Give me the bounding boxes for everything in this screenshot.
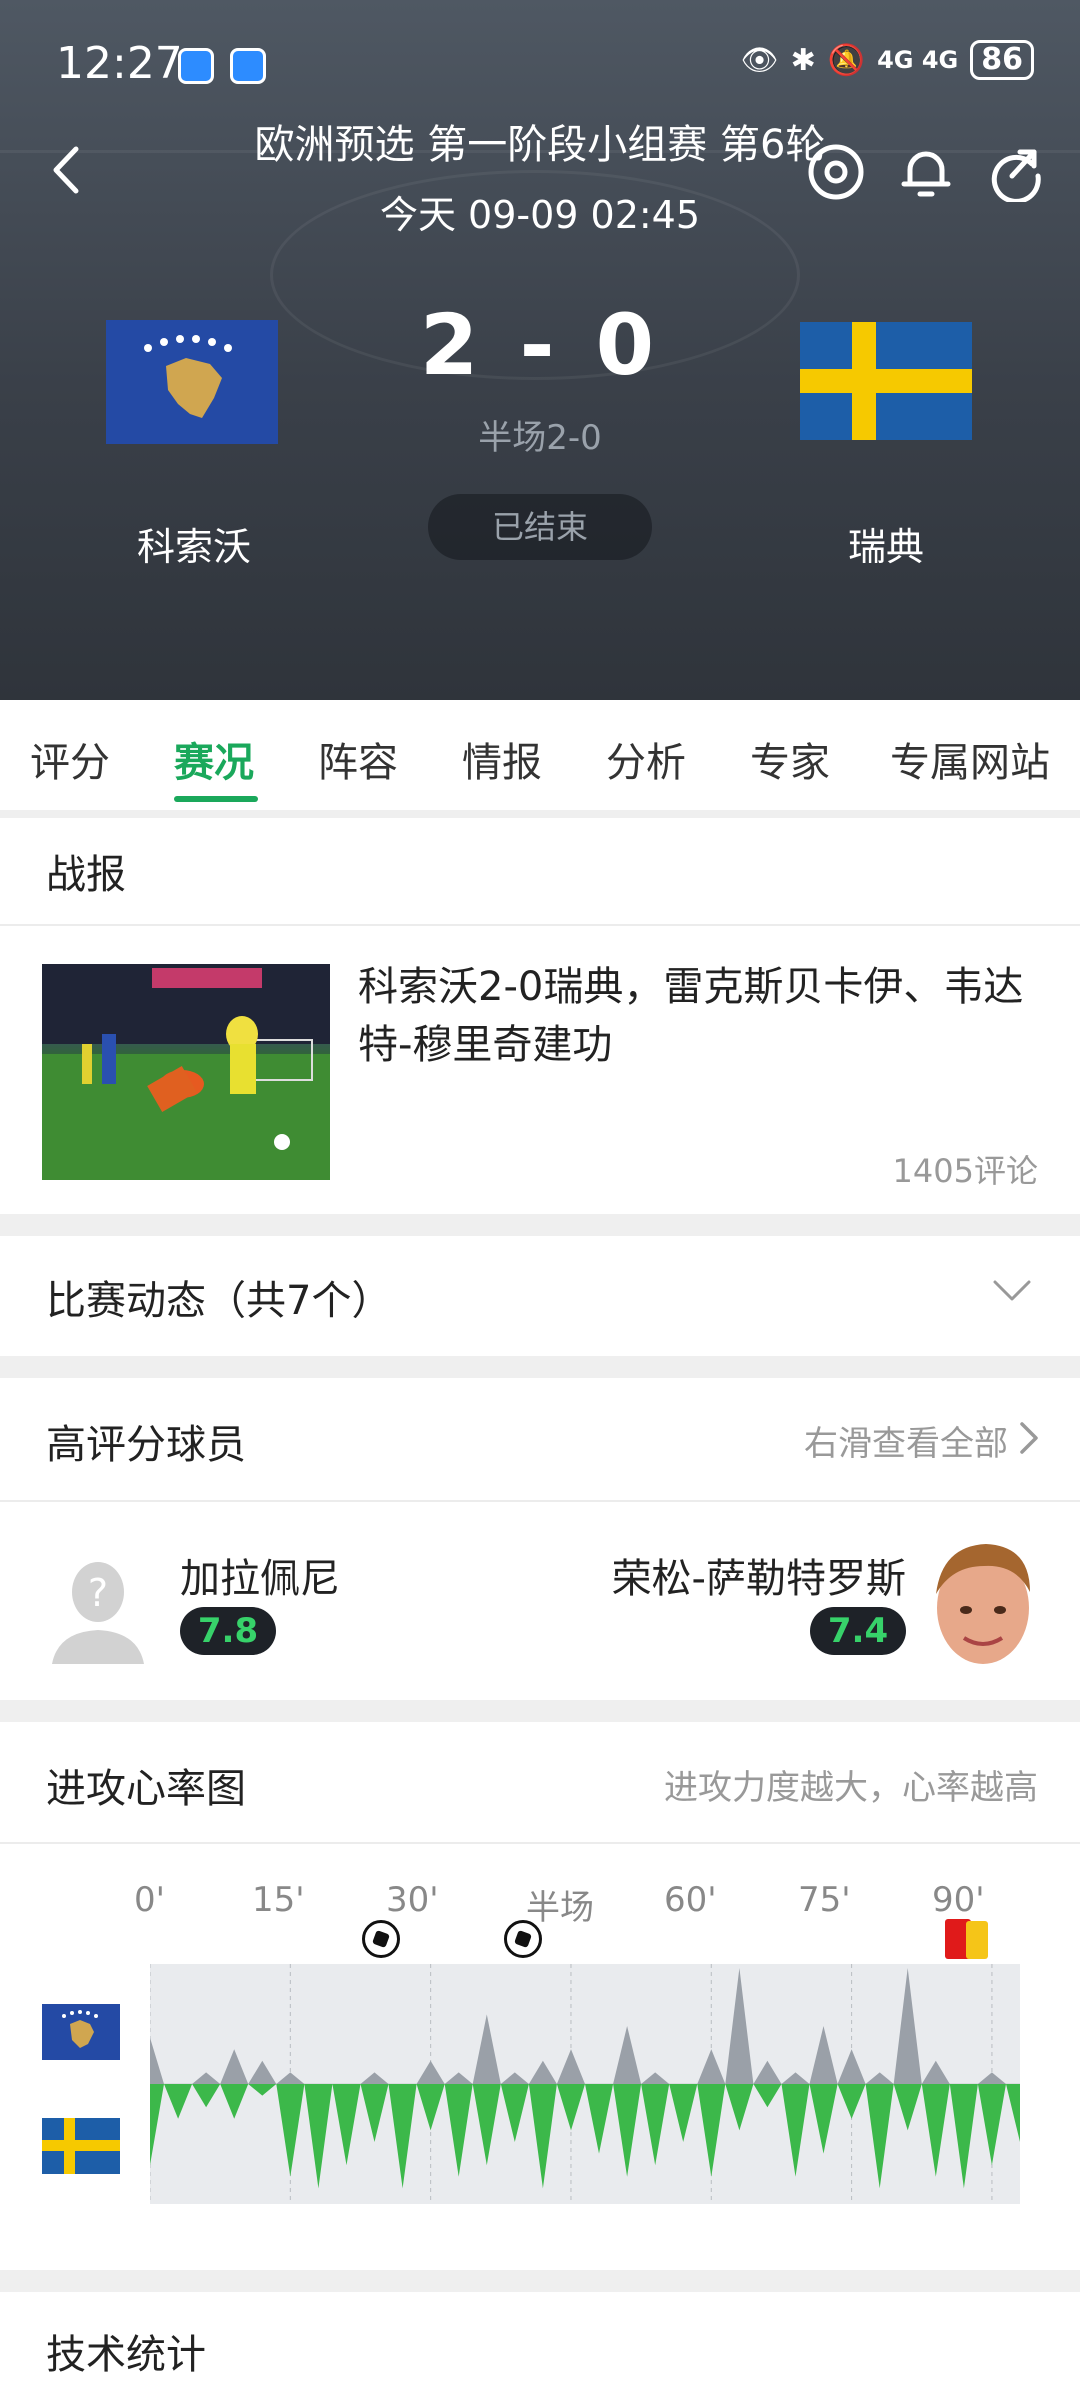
status-bar: 12:27 👁 ✱ 🔕 4G 4G 86 (0, 28, 1080, 108)
goal-ball-icon[interactable] (504, 1920, 542, 1958)
shield-icon (230, 48, 266, 84)
placeholder-avatar-icon[interactable]: ? (48, 1552, 148, 1672)
attack-chart-title: 进攻心率图 (46, 1766, 246, 1812)
tab-analysis[interactable]: 分析 (606, 730, 686, 788)
axis-tick: 半场 (526, 1888, 594, 1928)
sweden-flag-small-icon (42, 2118, 120, 2174)
news-thumbnail[interactable] (42, 964, 330, 1180)
chevron-down-icon[interactable] (992, 1276, 1032, 1304)
match-photo-image (42, 964, 330, 1180)
tab-intel[interactable]: 情报 (462, 730, 542, 788)
view-all-link[interactable]: 右滑查看全部 (804, 1416, 1008, 1465)
battery-indicator: 86 (970, 40, 1034, 80)
divider (0, 1842, 1080, 1844)
goal-ball-icon[interactable] (362, 1920, 400, 1958)
tab-live[interactable]: 赛况 (174, 730, 254, 788)
signal-icon: 4G 4G (877, 46, 959, 74)
tab-lineup[interactable]: 阵容 (318, 730, 398, 788)
tab-exclusive-site[interactable]: 专属网站 (890, 730, 1050, 788)
away-player-name[interactable]: 荣松-萨勒特罗斯 (612, 1546, 906, 1604)
tab-bar: 评分 赛况 阵容 情报 分析 专家 专属网站 (0, 700, 1080, 810)
home-team-name[interactable]: 科索沃 (74, 516, 314, 571)
shield-icon (178, 48, 214, 84)
home-player-rating: 7.8 (180, 1607, 276, 1655)
bell-icon[interactable] (896, 142, 956, 202)
tab-rating[interactable]: 评分 (30, 730, 110, 788)
attack-heartrate-chart (150, 1964, 1020, 2204)
active-tab-indicator (174, 796, 258, 802)
axis-tick: 90' (932, 1880, 985, 1920)
match-header: 12:27 👁 ✱ 🔕 4G 4G 86 欧洲预选 第一阶段小组赛 第6轮 今天… (0, 0, 1080, 700)
share-icon[interactable] (986, 142, 1046, 202)
kosovo-flag-small-icon (42, 2004, 120, 2060)
divider (0, 924, 1080, 926)
match-status-badge: 已结束 (428, 494, 652, 560)
events-title: 比赛动态（共7个） (46, 1278, 392, 1324)
divider (0, 1500, 1080, 1502)
report-section-title: 战报 (46, 852, 126, 898)
svg-text:?: ? (88, 1571, 108, 1615)
axis-tick: 30' (386, 1880, 439, 1920)
away-team-name[interactable]: 瑞典 (766, 516, 1006, 571)
comment-count: 1405评论 (892, 1152, 1038, 1190)
home-player-name[interactable]: 加拉佩尼 (180, 1546, 340, 1604)
chevron-right-icon[interactable] (1018, 1420, 1040, 1456)
axis-tick: 15' (252, 1880, 305, 1920)
away-player-rating: 7.4 (810, 1607, 906, 1655)
news-headline[interactable]: 科索沃2-0瑞典，雷克斯贝卡伊、韦达特-穆里奇建功 (358, 958, 1048, 1074)
tech-stats-title: 技术统计 (46, 2332, 206, 2378)
top-players-title: 高评分球员 (46, 1422, 246, 1468)
mute-icon: 🔕 (827, 42, 866, 78)
sweden-flag-icon (800, 322, 972, 440)
axis-tick: 75' (798, 1880, 851, 1920)
player-photo-avatar[interactable] (926, 1532, 1040, 1670)
tab-experts[interactable]: 专家 (750, 730, 830, 788)
yellow-card-icon[interactable] (966, 1921, 988, 1959)
axis-tick: 0' (134, 1880, 165, 1920)
eye-icon: 👁 (740, 42, 779, 78)
bluetooth-icon: ✱ (790, 42, 816, 78)
attack-chart-subtitle: 进攻力度越大，心率越高 (664, 1768, 1038, 1808)
target-icon[interactable] (806, 142, 866, 202)
axis-tick: 60' (664, 1880, 717, 1920)
status-time: 12:27 (56, 38, 183, 89)
